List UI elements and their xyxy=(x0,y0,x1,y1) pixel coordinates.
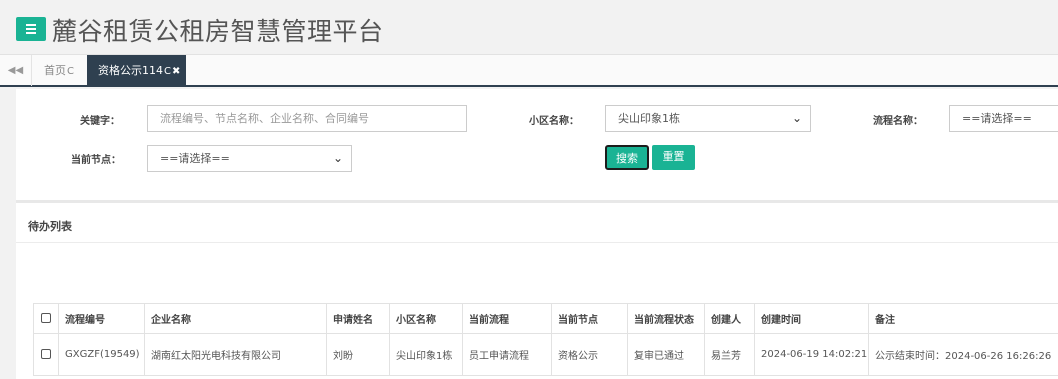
tab-home-label: 首页 xyxy=(44,64,66,77)
process-name-select-value: ==请选择== xyxy=(962,112,1032,125)
process-name-label: 流程名称： xyxy=(873,116,923,127)
main-content: 关键字： 流程编号、节点名称、企业名称、合同编号 小区名称： 尖山印象1栋 ⌄ … xyxy=(16,89,1058,379)
column-header[interactable]: 企业名称 xyxy=(144,303,327,334)
checkbox-icon xyxy=(41,349,51,359)
cell-applicant: 刘盼 xyxy=(326,333,390,376)
column-header[interactable]: 备注 xyxy=(868,303,1058,334)
column-header[interactable]: 创建时间 xyxy=(754,303,869,334)
keyword-input[interactable]: 流程编号、节点名称、企业名称、合同编号 xyxy=(147,105,467,132)
search-button[interactable]: 搜索 xyxy=(605,145,649,170)
row-checkbox[interactable] xyxy=(33,333,59,376)
checkbox-icon xyxy=(41,313,51,323)
column-header[interactable]: 申请姓名 xyxy=(326,303,390,334)
cell-community: 尖山印象1栋 xyxy=(389,333,463,376)
menu-icon xyxy=(26,28,36,30)
menu-icon xyxy=(26,32,36,34)
tab-home[interactable]: 首页C xyxy=(32,55,86,86)
tab-active-label: 资格公示114 xyxy=(98,64,163,77)
cell-creator: 易兰芳 xyxy=(704,333,755,376)
reset-button[interactable]: 重置 xyxy=(652,145,695,170)
app-title: 麓谷租赁公租房智慧管理平台 xyxy=(52,17,384,46)
table-row[interactable]: GXGZF(19549) 湖南红太阳光电科技有限公司 刘盼 尖山印象1栋 员工申… xyxy=(33,333,1058,376)
todo-list-title: 待办列表 xyxy=(28,220,72,233)
hamburger-menu-button[interactable] xyxy=(16,17,46,41)
cell-created-at: 2024-06-19 14:02:21 xyxy=(754,333,869,376)
community-label: 小区名称： xyxy=(529,116,579,127)
refresh-icon[interactable]: C xyxy=(67,66,74,77)
community-select-value: 尖山印象1栋 xyxy=(618,112,680,125)
column-header[interactable]: 当前流程状态 xyxy=(627,303,705,334)
search-panel: 关键字： 流程编号、节点名称、企业名称、合同编号 小区名称： 尖山印象1栋 ⌄ … xyxy=(16,89,1058,203)
close-icon[interactable]: ✖ xyxy=(172,66,180,77)
keyword-label: 关键字： xyxy=(80,116,120,127)
todo-table: 流程编号 企业名称 申请姓名 小区名称 当前流程 当前节点 当前流程状态 创建人… xyxy=(33,303,1058,376)
current-node-select[interactable]: ==请选择== ⌄ xyxy=(147,145,352,172)
app-header: 麓谷租赁公租房智慧管理平台 xyxy=(0,0,1058,54)
process-name-select[interactable]: ==请选择== xyxy=(949,105,1058,132)
column-header[interactable]: 小区名称 xyxy=(389,303,463,334)
chevron-down-icon: ⌄ xyxy=(791,111,802,125)
menu-icon xyxy=(26,24,36,26)
cell-company: 湖南红太阳光电科技有限公司 xyxy=(144,333,327,376)
column-header[interactable]: 流程编号 xyxy=(58,303,145,334)
tab-qualification-notice[interactable]: 资格公示114C✖ xyxy=(87,55,186,86)
table-header-row: 流程编号 企业名称 申请姓名 小区名称 当前流程 当前节点 当前流程状态 创建人… xyxy=(33,303,1058,334)
cell-status: 复审已通过 xyxy=(627,333,705,376)
tab-bar: ◀◀ 首页C 资格公示114C✖ xyxy=(0,54,1058,87)
tab-scroll-left-button[interactable]: ◀◀ xyxy=(0,55,32,86)
community-select[interactable]: 尖山印象1栋 ⌄ xyxy=(605,105,811,132)
current-node-select-value: ==请选择== xyxy=(160,152,230,165)
double-chevron-left-icon: ◀◀ xyxy=(7,65,24,76)
divider xyxy=(16,242,1058,243)
cell-remark: 公示结束时间：2024-06-26 16:26:26 xyxy=(868,333,1058,376)
refresh-icon[interactable]: C xyxy=(164,66,171,77)
chevron-down-icon: ⌄ xyxy=(332,151,343,165)
cell-process-no: GXGZF(19549) xyxy=(58,333,145,376)
cell-node: 资格公示 xyxy=(551,333,628,376)
column-header[interactable]: 当前流程 xyxy=(462,303,552,334)
column-header[interactable]: 创建人 xyxy=(704,303,755,334)
select-all-checkbox[interactable] xyxy=(33,303,59,334)
current-node-label: 当前节点： xyxy=(71,155,121,166)
cell-flow: 员工申请流程 xyxy=(462,333,552,376)
column-header[interactable]: 当前节点 xyxy=(551,303,628,334)
